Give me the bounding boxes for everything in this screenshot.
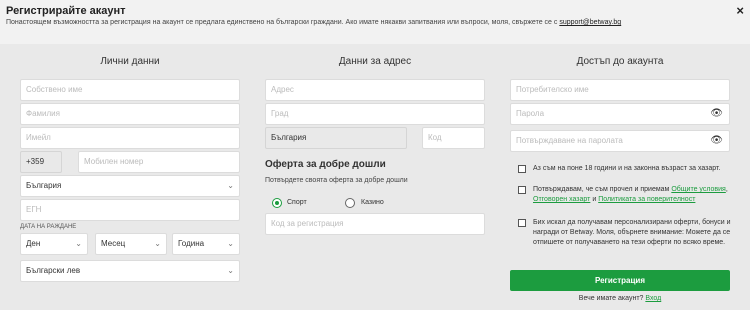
day-select[interactable]: Ден ⌄ [20, 233, 88, 255]
chevron-down-icon: ⌄ [227, 239, 234, 248]
subtitle-text: Понастоящем възможността за регистрация … [6, 19, 558, 26]
casino-radio-label: Казино [361, 199, 384, 206]
currency-select[interactable]: Български лев ⌄ [20, 260, 240, 282]
dialog-header: Регистрирайте акаунт Понастоящем възможн… [0, 0, 750, 32]
chevron-down-icon: ⌄ [227, 181, 234, 190]
marketing-checkbox[interactable] [518, 219, 526, 227]
age-checkbox[interactable] [518, 165, 526, 173]
support-email-link[interactable]: support@betway.bg [559, 19, 621, 26]
confirm-password-input[interactable]: Потвърждаване на паролата 👁 [510, 130, 730, 152]
chevron-down-icon: ⌄ [75, 239, 82, 248]
country-value: България [26, 181, 62, 190]
register-button[interactable]: Регистрация [510, 270, 730, 291]
terms-link[interactable]: Общите условия [671, 186, 726, 193]
terms-checkbox-label: Потвърждавам, че съм прочел и приемам Об… [533, 186, 728, 203]
currency-value: Български лев [26, 266, 81, 275]
sport-radio-label: Спорт [287, 199, 307, 206]
terms-prefix: Потвърждавам, че съм прочел и приемам [533, 186, 670, 193]
city-input[interactable]: Град [265, 103, 485, 125]
month-value: Месец [101, 239, 126, 248]
password-input[interactable]: Парола 👁 [510, 103, 730, 125]
close-icon[interactable]: × [736, 3, 744, 18]
username-input[interactable]: Потребителско име [510, 79, 730, 101]
password-placeholder: Парола [516, 109, 545, 118]
address-heading: Данни за адрес [338, 56, 412, 67]
first-name-input[interactable]: Собствено име [20, 79, 240, 101]
sport-radio[interactable] [272, 198, 282, 208]
confirm-password-placeholder: Потвърждаване на паролата [516, 136, 623, 145]
have-account-text: Вече имате акаунт? [578, 295, 644, 302]
egn-input[interactable]: ЕГН [20, 199, 240, 221]
offer-subtitle: Потвърдете своята оферта за добре дошли [265, 177, 408, 184]
day-value: Ден [26, 239, 41, 248]
zip-input[interactable]: Код [422, 127, 485, 149]
dob-label: ДАТА НА РАЖДАНЕ [20, 224, 77, 230]
personal-heading: Лични данни [100, 56, 160, 67]
dialog-title: Регистрирайте акаунт [6, 5, 126, 17]
marketing-checkbox-label: Бих искал да получавам персонализирани о… [533, 219, 731, 246]
month-select[interactable]: Месец ⌄ [95, 233, 167, 255]
dialog-subtitle: Понастоящем възможността за регистрация … [6, 19, 621, 26]
promo-code-input[interactable]: Код за регистрация [265, 213, 485, 235]
and-word: и [592, 196, 597, 203]
email-input[interactable]: Имейл [20, 127, 240, 149]
terms-checkbox[interactable] [518, 186, 526, 194]
address-country: България [265, 127, 407, 149]
address-input[interactable]: Адрес [265, 79, 485, 101]
phone-code: +359 [20, 151, 62, 173]
year-value: Година [178, 239, 205, 248]
chevron-down-icon: ⌄ [154, 239, 161, 248]
mobile-input[interactable]: Мобилен номер [78, 151, 240, 173]
login-prompt: Вече имате акаунт? Вход [510, 295, 730, 302]
responsible-gambling-link[interactable]: Отговорен хазарт [533, 196, 590, 203]
age-checkbox-label: Аз съм на поне 18 години и на законна въ… [533, 165, 721, 172]
login-link[interactable]: Вход [645, 295, 661, 302]
year-select[interactable]: Година ⌄ [172, 233, 240, 255]
casino-radio[interactable] [345, 198, 355, 208]
eye-icon[interactable]: 👁 [710, 131, 723, 151]
country-select[interactable]: България ⌄ [20, 175, 240, 197]
account-heading: Достъп до акаунта [576, 56, 664, 67]
eye-icon[interactable]: 👁 [710, 104, 723, 124]
chevron-down-icon: ⌄ [227, 266, 234, 275]
last-name-input[interactable]: Фамилия [20, 103, 240, 125]
privacy-link[interactable]: Политиката за поверителност [598, 196, 695, 203]
offer-title: Оферта за добре дошли [265, 159, 386, 170]
